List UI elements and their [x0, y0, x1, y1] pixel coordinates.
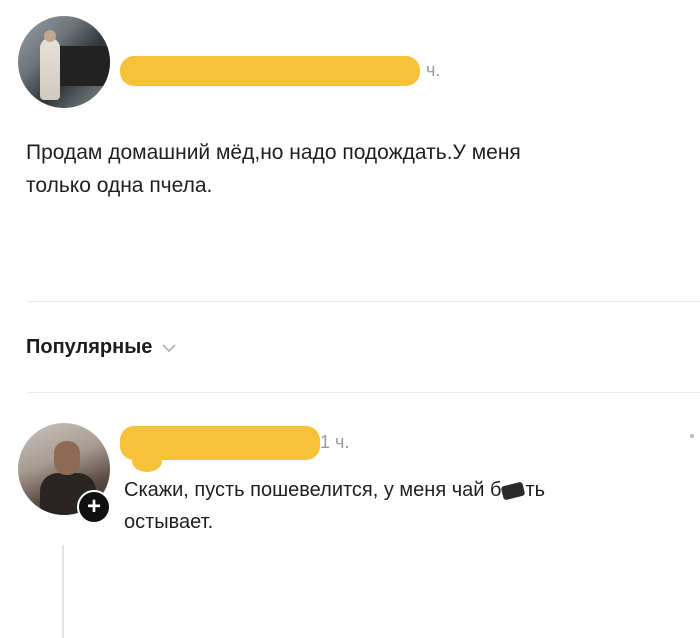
post-text-line: только одна пчела.	[26, 174, 213, 197]
divider	[28, 301, 700, 302]
chevron-down-icon	[162, 343, 177, 352]
comment-sort-dropdown[interactable]: Популярные	[26, 336, 178, 359]
post-text: Продам домашний мёд,но надо подождать.У …	[26, 136, 676, 202]
author-name-redaction	[120, 56, 420, 86]
post-text-line: Продам домашний мёд,но надо подождать.У …	[26, 141, 521, 164]
censor-scribble	[501, 481, 526, 501]
avatar-photo-person	[40, 38, 60, 100]
comment-text: Скажи, пусть пошевелится, у меня чай б ть…	[124, 474, 694, 538]
commenter-name-redaction-tail	[132, 450, 162, 472]
avatar-photo-head	[44, 30, 56, 42]
comment-text-line: остывает.	[124, 511, 214, 533]
post-author-avatar[interactable]	[18, 16, 110, 108]
reply-thread-line	[62, 545, 64, 638]
sort-label: Популярные	[26, 336, 153, 358]
comment-time: 1 ч.	[320, 432, 350, 452]
avatar-photo-face	[54, 441, 80, 475]
divider	[28, 392, 700, 393]
comment-text-line: Скажи, пусть пошевелится, у меня чай б ть	[124, 479, 546, 501]
more-options-icon[interactable]	[690, 434, 694, 438]
post-time: ч.	[426, 60, 441, 80]
plus-icon[interactable]: +	[77, 490, 111, 524]
